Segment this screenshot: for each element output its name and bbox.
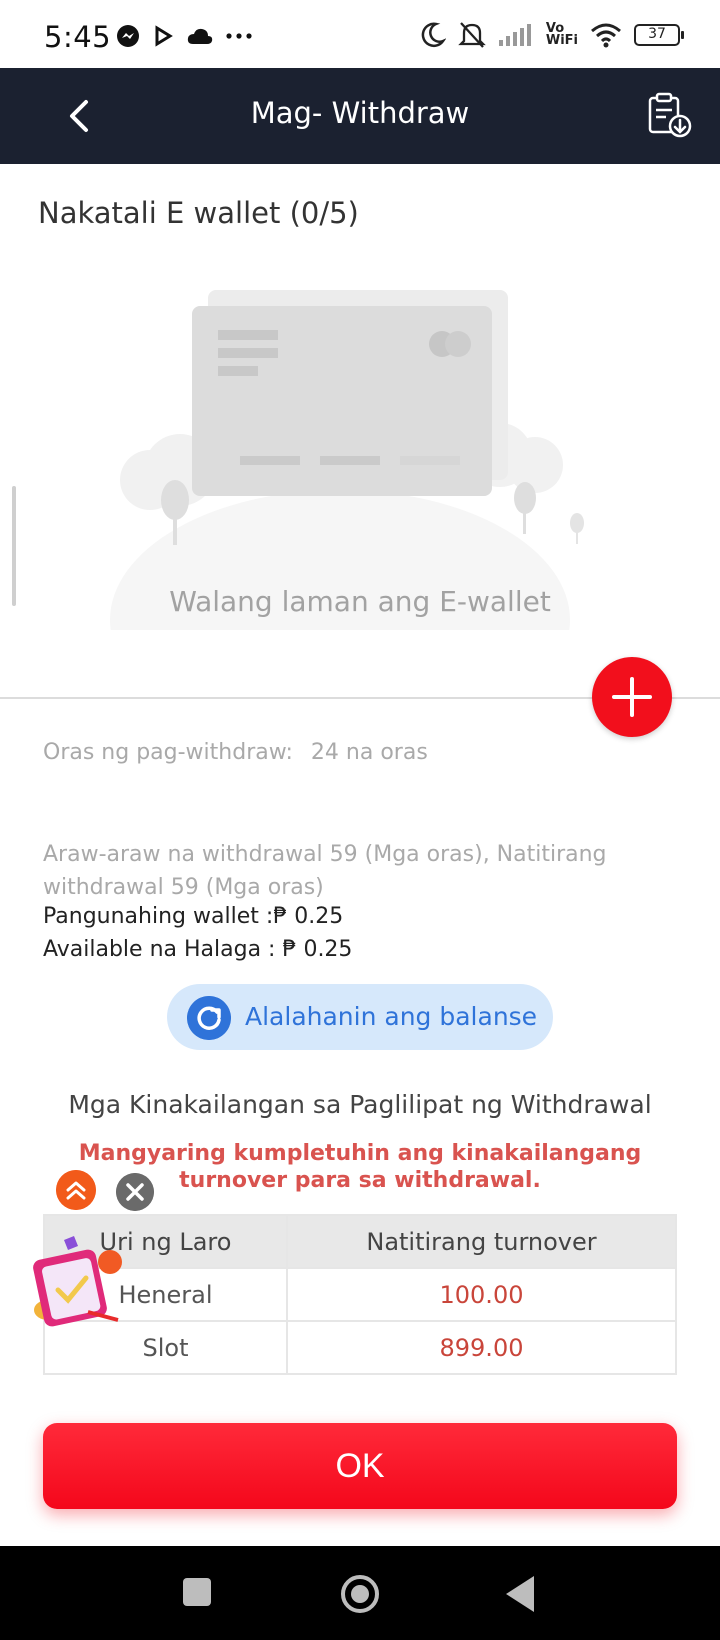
table-header-row: Uri ng Laro Natitirang turnover	[43, 1214, 677, 1269]
wifi-icon	[591, 23, 621, 48]
vowifi-label-bottom: WiFi	[545, 33, 578, 48]
refresh-icon	[187, 996, 231, 1040]
battery-icon: 37	[634, 24, 684, 46]
signal-icon	[498, 24, 531, 46]
page-title: Mag- Withdraw	[250, 96, 470, 130]
table-row: Slot 899.00	[43, 1320, 677, 1375]
ewallet-section-title: Nakatali E wallet (0/5)	[38, 196, 359, 230]
status-time: 5:45	[44, 20, 112, 54]
bell-off-icon	[458, 22, 486, 48]
circle-icon[interactable]	[341, 1575, 379, 1613]
more-icon	[226, 33, 252, 39]
app-header: Mag- Withdraw	[0, 68, 720, 164]
status-left-icons	[116, 24, 252, 48]
withdraw-time-label: Oras ng pag-withdraw:	[43, 740, 293, 765]
add-ewallet-button[interactable]	[592, 657, 672, 737]
double-chevron-up-icon[interactable]	[56, 1170, 96, 1210]
turnover-table: Uri ng Laro Natitirang turnover Heneral …	[43, 1214, 677, 1375]
messenger-icon	[117, 25, 139, 47]
refresh-balance-button[interactable]: Alalahanin ang balanse	[167, 984, 553, 1050]
withdraw-time-value: 24 na oras	[310, 740, 428, 765]
daily-withdrawal-text: Araw-araw na withdrawal 59 (Mga oras), N…	[43, 842, 607, 900]
cloud-icon	[187, 28, 213, 44]
battery-level: 37	[648, 26, 666, 42]
clipboard-download-icon[interactable]	[646, 90, 694, 138]
status-right-icons: Vo WiFi 37	[418, 20, 684, 50]
ok-button[interactable]: OK	[43, 1423, 677, 1509]
main-wallet-balance: Pangunahing wallet :₱ 0.25	[43, 904, 344, 929]
table-row: Heneral 100.00	[43, 1267, 677, 1322]
refresh-balance-label: Alalahanin ang balanse	[245, 1002, 538, 1031]
table-cell-turnover: 100.00	[286, 1267, 677, 1322]
close-icon[interactable]	[116, 1173, 154, 1211]
ok-button-label: OK	[335, 1446, 385, 1485]
scroll-indicator[interactable]	[12, 486, 16, 606]
play-icon	[155, 25, 173, 47]
empty-card-illustration	[110, 290, 584, 630]
requirements-title: Mga Kinakailangan sa Paglilipat ng Withd…	[68, 1090, 652, 1119]
gift-box-icon[interactable]	[28, 1232, 128, 1332]
withdraw-time-row: Oras ng pag-withdraw: 24 na oras	[43, 740, 428, 765]
empty-wallet-text: Walang laman ang E-wallet	[169, 585, 551, 618]
vowifi-icon: Vo WiFi	[545, 22, 578, 48]
square-icon[interactable]	[183, 1578, 211, 1606]
table-cell-turnover: 899.00	[286, 1320, 677, 1375]
moon-icon	[421, 22, 446, 48]
table-header-remaining-turnover: Natitirang turnover	[286, 1214, 677, 1269]
available-amount: Available na Halaga : ₱ 0.25	[43, 937, 353, 962]
status-bar: 5:45 Vo WiFi 37	[0, 0, 720, 68]
triangle-back-icon[interactable]	[506, 1576, 534, 1612]
